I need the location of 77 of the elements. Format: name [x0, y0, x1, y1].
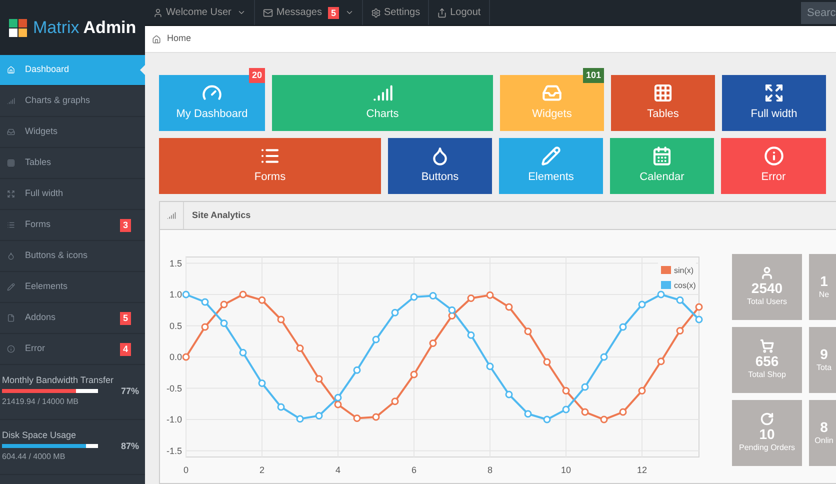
- sidebar-item-label: Error: [25, 342, 45, 356]
- sidebar-item-label: Eelements: [25, 280, 68, 294]
- breadcrumb-link[interactable]: Home: [152, 32, 192, 46]
- stat-value: 1: [820, 273, 828, 289]
- stat-label: Total Users: [746, 296, 787, 308]
- count-badge: 3: [120, 218, 132, 232]
- meter-reading: 21419.94 / 14000 MB: [2, 396, 80, 408]
- sidebar-item-label: Addons: [25, 311, 56, 324]
- sidebar-item-label: Forms: [25, 218, 50, 232]
- y-tick-label: 1.5: [169, 258, 182, 268]
- top-nav-item[interactable]: Settings: [362, 0, 430, 25]
- shortcut-tile[interactable]: Error: [721, 138, 826, 194]
- stat-value: 10: [759, 426, 775, 442]
- x-tick-label: 2: [260, 465, 264, 475]
- count-badge: 20: [248, 68, 265, 83]
- count-badge: 5: [120, 312, 132, 324]
- logo-text: Matrix: [33, 16, 80, 39]
- top-nav-item[interactable]: Welcome User: [145, 0, 256, 25]
- sidebar-item-label: Tables: [25, 156, 52, 170]
- y-tick-label: -0.5: [166, 383, 182, 394]
- sidebar-item[interactable]: Dashboard: [0, 55, 145, 86]
- sidebar-item[interactable]: Charts & graphs: [0, 86, 145, 117]
- stat-label: Onlin: [814, 435, 834, 447]
- x-tick-label: 8: [488, 465, 492, 475]
- y-tick-label: 0.5: [169, 320, 182, 331]
- stat-label: Ne: [818, 289, 830, 301]
- meter-percent: 87%: [121, 440, 140, 453]
- message-count-badge: 5: [328, 6, 339, 18]
- stat-value: 656: [755, 353, 779, 369]
- x-tick-label: 10: [561, 465, 571, 475]
- legend-label: sin(x): [674, 266, 694, 275]
- meter-reading: 604.44 / 4000 MB: [2, 451, 66, 463]
- legend-label: cos(x): [674, 281, 696, 290]
- meter-title: Monthly Bandwidth Transfer: [2, 375, 115, 386]
- x-tick-label: 0: [184, 465, 188, 475]
- stat-value: 2540: [751, 280, 783, 296]
- y-tick-label: 1.0: [169, 290, 182, 300]
- top-nav-item[interactable]: Messages 5: [255, 0, 363, 25]
- sidebar-item[interactable]: Full width: [0, 179, 145, 210]
- x-tick-label: 6: [412, 465, 416, 475]
- stat-label: Total Shop: [748, 369, 786, 381]
- meter-percent: 77%: [121, 385, 140, 398]
- sidebar-item[interactable]: Error 4: [0, 334, 145, 365]
- sidebar-item-label: Full width: [25, 187, 64, 200]
- count-badge: 4: [120, 342, 132, 356]
- sidebar-item[interactable]: Tables: [0, 148, 145, 179]
- sidebar-item-label: Charts & graphs: [25, 94, 90, 108]
- meter-title: Disk Space Usage: [2, 430, 78, 441]
- x-tick-label: 4: [336, 465, 340, 475]
- sidebar-item[interactable]: Forms 3: [0, 210, 145, 241]
- shortcut-tile[interactable]: Elements: [499, 138, 603, 194]
- sidebar-item[interactable]: Buttons & icons: [0, 241, 145, 272]
- shortcut-tile[interactable]: Charts: [272, 75, 493, 131]
- shortcut-tile[interactable]: Calendar: [610, 138, 714, 194]
- sidebar-item-label: Widgets: [25, 125, 58, 138]
- stat-value: 8: [820, 419, 828, 435]
- shortcut-tile[interactable]: Full width: [722, 75, 826, 131]
- sidebar-item[interactable]: Addons 5: [0, 303, 145, 334]
- count-badge: 101: [582, 68, 604, 83]
- top-nav-item[interactable]: Logout: [429, 0, 490, 25]
- y-tick-label: 0.0: [169, 352, 182, 362]
- search-field[interactable]: Searc: [801, 2, 836, 24]
- stat-label: Tota: [816, 362, 832, 374]
- y-tick-label: -1.0: [166, 414, 182, 424]
- panel-title: Site Analytics: [191, 208, 251, 222]
- sidebar-item[interactable]: Eelements: [0, 272, 145, 303]
- stat-label: Pending Orders: [738, 442, 796, 454]
- y-tick-label: -1.5: [166, 446, 182, 456]
- shortcut-tile[interactable]: Buttons: [388, 138, 492, 194]
- sidebar-item[interactable]: Widgets: [0, 117, 145, 148]
- shortcut-tile[interactable]: Tables: [611, 75, 715, 131]
- shortcut-tile[interactable]: Forms: [159, 138, 381, 194]
- logo-text: Admin: [83, 16, 136, 39]
- stat-value: 9: [820, 346, 828, 362]
- sidebar-item-label: Dashboard: [25, 63, 70, 76]
- sidebar-item-label: Buttons & icons: [25, 249, 88, 262]
- x-tick-label: 12: [637, 465, 647, 475]
